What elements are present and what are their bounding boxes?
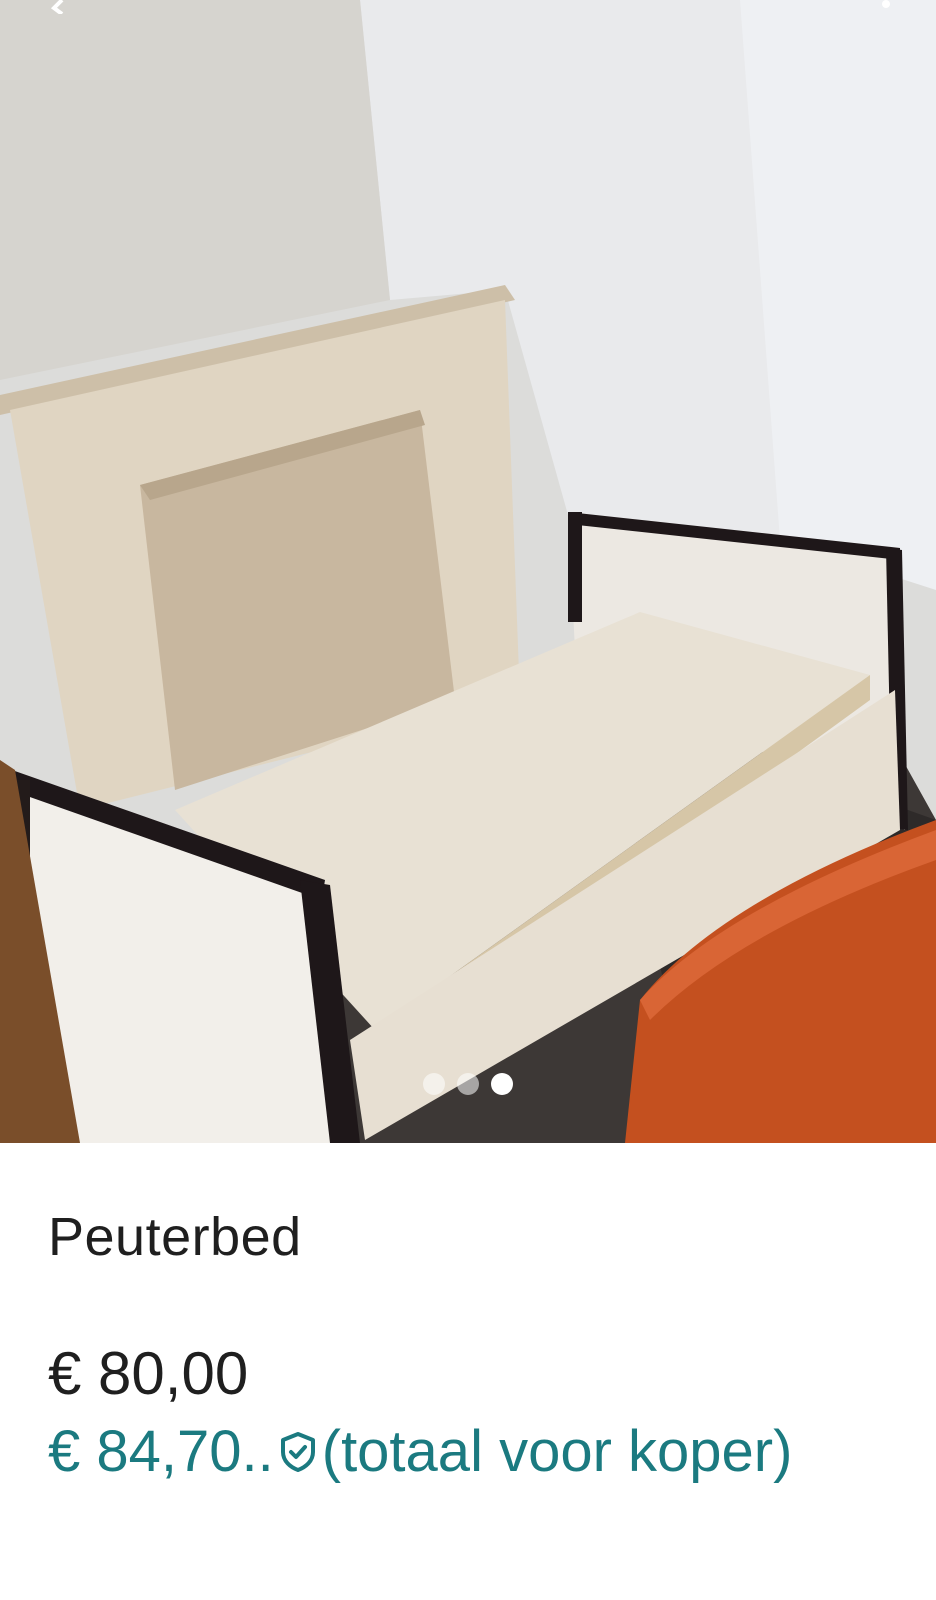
listing-price: € 80,00	[48, 1340, 249, 1407]
listing-details: Peuterbed € 80,00 € 84,70.. (totaal voor…	[48, 1143, 888, 1489]
listing-title: Peuterbed	[48, 1207, 302, 1267]
buyer-total-amount: € 84,70..	[48, 1419, 274, 1484]
buyer-total-row[interactable]: € 84,70.. (totaal voor koper)	[48, 1415, 888, 1489]
shield-check-icon	[276, 1428, 320, 1476]
carousel-dot[interactable]	[423, 1073, 445, 1095]
buyer-total-label: (totaal voor koper)	[321, 1419, 793, 1484]
listing-photo	[0, 0, 936, 1143]
listing-photo-carousel[interactable]	[0, 0, 936, 1143]
carousel-indicator	[0, 1073, 936, 1095]
more-options-icon[interactable]	[856, 0, 896, 14]
carousel-dot[interactable]	[457, 1073, 479, 1095]
carousel-dot-active[interactable]	[491, 1073, 513, 1095]
listing-screen: Peuterbed € 80,00 € 84,70.. (totaal voor…	[0, 0, 936, 1600]
back-arrow-icon[interactable]	[40, 0, 80, 14]
